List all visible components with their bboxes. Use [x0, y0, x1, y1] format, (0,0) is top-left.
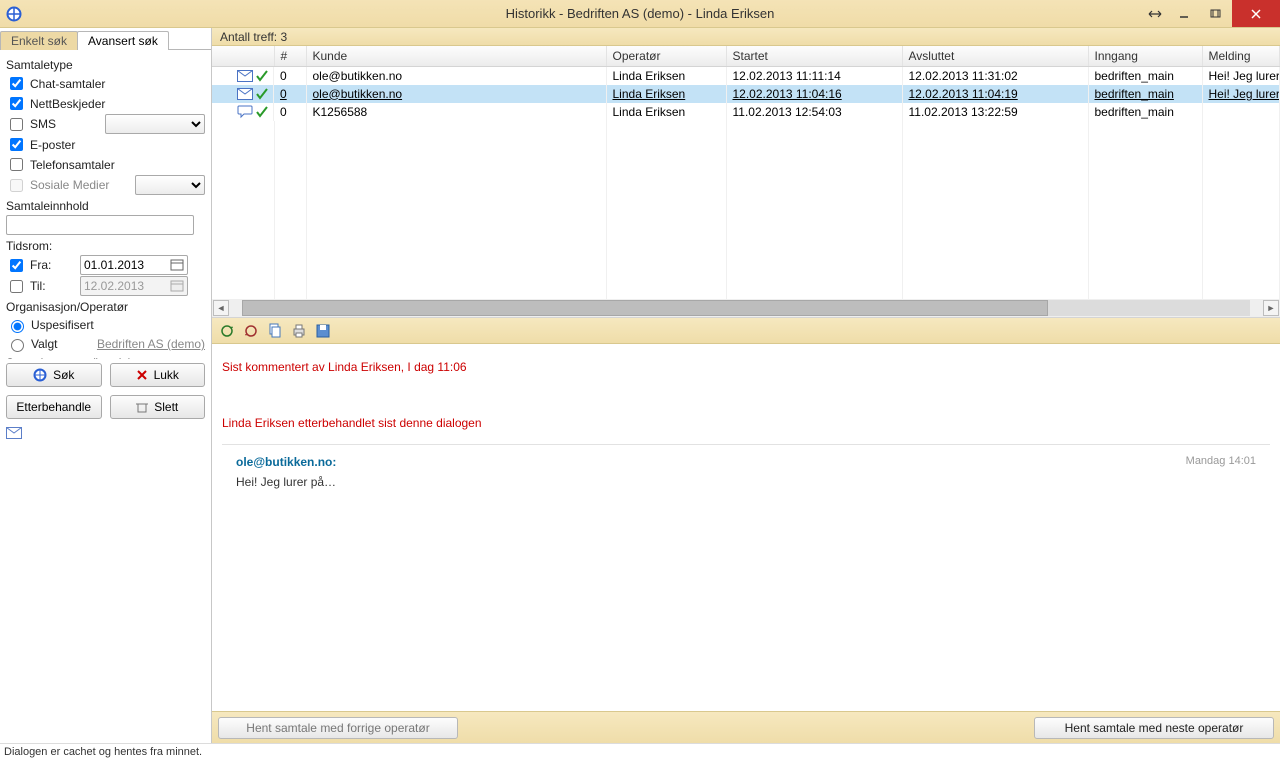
detail-toolbar: [212, 318, 1280, 344]
row-type-icon: [237, 88, 253, 100]
row-type-icon: [237, 70, 253, 82]
minimize-button[interactable]: [1168, 0, 1200, 27]
col-icons[interactable]: [212, 46, 274, 66]
drag-arrows-icon[interactable]: [1142, 0, 1168, 27]
calendar-icon[interactable]: [170, 258, 184, 272]
fra-label: Fra:: [30, 258, 76, 272]
window-title: Historikk - Bedriften AS (demo) - Linda …: [0, 6, 1280, 21]
window-titlebar: Historikk - Bedriften AS (demo) - Linda …: [0, 0, 1280, 28]
row-type-icon: [237, 105, 253, 119]
table-row[interactable]: 0K1256588Linda Eriksen11.02.2013 12:54:0…: [212, 103, 1280, 121]
etterbehandle-label: Etterbehandle: [16, 400, 91, 414]
next-operator-button[interactable]: Hent samtale med neste operatør: [1034, 717, 1274, 739]
calendar-icon: [170, 279, 184, 293]
epost-label: E-poster: [30, 138, 75, 152]
sosiale-combo[interactable]: [135, 175, 205, 195]
row-status-icon: [255, 87, 269, 101]
partner-label: Samtalepartner (kunde): [6, 356, 205, 359]
row-status-icon: [255, 69, 269, 83]
refresh-icon[interactable]: [218, 322, 236, 340]
horizontal-scrollbar[interactable]: ◄ ►: [212, 299, 1280, 317]
chat-checkbox[interactable]: [10, 77, 23, 90]
slett-button[interactable]: Slett: [110, 395, 206, 419]
table-row[interactable]: 0ole@butikken.noLinda Eriksen12.02.2013 …: [212, 85, 1280, 103]
til-label: Til:: [30, 279, 76, 293]
message-time: Mandag 14:01: [1186, 455, 1256, 469]
org-valgt-label: Valgt: [31, 337, 57, 351]
close-button[interactable]: [1232, 0, 1280, 27]
detail-processed-line: Linda Eriksen etterbehandlet sist denne …: [222, 416, 1270, 430]
sms-label: SMS: [30, 117, 56, 131]
org-uspes-radio[interactable]: [11, 320, 24, 333]
prev-operator-button[interactable]: Hent samtale med forrige operatør: [218, 717, 458, 739]
message-body: Hei! Jeg lurer på…: [222, 475, 1270, 489]
sms-checkbox[interactable]: [10, 118, 23, 131]
close-panel-button[interactable]: Lukk: [110, 363, 206, 387]
chat-label: Chat-samtaler: [30, 77, 105, 91]
table-row[interactable]: 0ole@butikken.noLinda Eriksen12.02.2013 …: [212, 66, 1280, 85]
filter-panel: Enkelt søk Avansert søk Samtaletype Chat…: [0, 28, 212, 743]
slett-label: Slett: [154, 400, 178, 414]
etterbehandle-button[interactable]: Etterbehandle: [6, 395, 102, 419]
results-table: # Kunde Operatør Startet Avsluttet Innga…: [212, 46, 1280, 299]
samtaletype-label: Samtaletype: [6, 58, 205, 72]
org-uspes-label: Uspesifisert: [31, 318, 94, 332]
tidsrom-label: Tidsrom:: [6, 239, 205, 253]
org-valgt-radio[interactable]: [11, 339, 24, 352]
search-button-label: Søk: [53, 368, 74, 382]
sosiale-checkbox: [10, 179, 23, 192]
org-link[interactable]: Bedriften AS (demo): [97, 337, 205, 351]
epost-checkbox[interactable]: [10, 138, 23, 151]
save-icon[interactable]: [314, 322, 332, 340]
sync-icon[interactable]: [242, 322, 260, 340]
close-panel-label: Lukk: [154, 368, 179, 382]
innhold-input[interactable]: [6, 215, 194, 235]
detail-comment-line: Sist kommentert av Linda Eriksen, I dag …: [222, 360, 1270, 374]
result-count: Antall treff: 3: [212, 28, 1280, 46]
telefon-checkbox[interactable]: [10, 158, 23, 171]
nett-checkbox[interactable]: [10, 97, 23, 110]
col-kunde[interactable]: Kunde: [306, 46, 606, 66]
col-melding[interactable]: Melding: [1202, 46, 1280, 66]
print-icon[interactable]: [290, 322, 308, 340]
col-avsluttet[interactable]: Avsluttet: [902, 46, 1088, 66]
fra-checkbox[interactable]: [10, 259, 23, 272]
scroll-right-icon[interactable]: ►: [1263, 300, 1279, 316]
scroll-left-icon[interactable]: ◄: [213, 300, 229, 316]
sms-combo[interactable]: [105, 114, 205, 134]
maximize-button[interactable]: [1200, 0, 1232, 27]
col-operator[interactable]: Operatør: [606, 46, 726, 66]
telefon-label: Telefonsamtaler: [30, 158, 115, 172]
sosiale-label: Sosiale Medier: [30, 178, 109, 192]
copy-icon[interactable]: [266, 322, 284, 340]
til-checkbox[interactable]: [10, 280, 23, 293]
org-label: Organisasjon/Operatør: [6, 300, 205, 314]
mail-icon[interactable]: [6, 427, 22, 439]
innhold-label: Samtaleinnhold: [6, 199, 205, 213]
detail-pane: Sist kommentert av Linda Eriksen, I dag …: [212, 344, 1280, 711]
status-bar: Dialogen er cachet og hentes fra minnet.: [0, 743, 1280, 760]
col-startet[interactable]: Startet: [726, 46, 902, 66]
tab-advanced-search[interactable]: Avansert søk: [77, 31, 169, 50]
col-inngang[interactable]: Inngang: [1088, 46, 1202, 66]
col-num[interactable]: #: [274, 46, 306, 66]
row-status-icon: [255, 105, 269, 119]
tab-simple-search[interactable]: Enkelt søk: [0, 31, 78, 50]
search-button[interactable]: Søk: [6, 363, 102, 387]
nett-label: NettBeskjeder: [30, 97, 105, 111]
message-sender: ole@butikken.no:: [236, 455, 336, 469]
